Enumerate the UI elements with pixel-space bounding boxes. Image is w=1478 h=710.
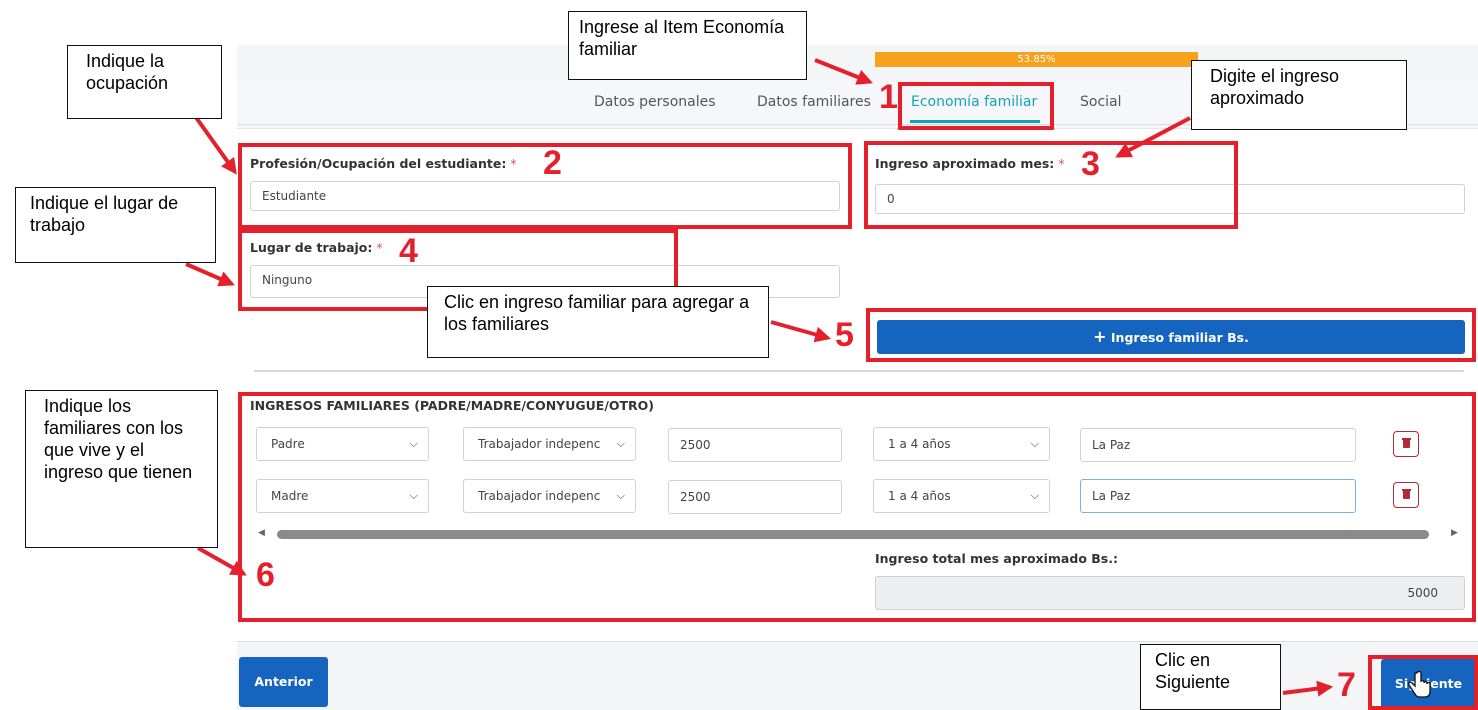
arrow-4 (185, 262, 235, 287)
callout-3: Digite el ingreso aproximado (1191, 60, 1407, 130)
callout-5: Clic en ingreso familiar para agregar a … (427, 286, 769, 358)
callout-7: Clic en Siguiente (1140, 644, 1281, 710)
step-number-7: 7 (1337, 666, 1356, 704)
step-number-5: 5 (835, 316, 854, 354)
arrow-6 (197, 546, 247, 576)
callout-6: Indique los familiares con los que vive … (25, 390, 218, 548)
step-number-2: 2 (543, 144, 562, 182)
arrow-7 (1282, 680, 1334, 697)
callout-1: Ingrese al Item Economía familiar (568, 11, 807, 80)
arrow-2 (193, 114, 237, 175)
arrow-3 (1115, 116, 1191, 158)
callout-4: Indique el lugar de trabajo (15, 187, 216, 263)
callout-2: Indique la ocupación (67, 45, 222, 119)
step-number-1: 1 (879, 78, 898, 116)
arrow-5 (770, 320, 832, 343)
arrow-1 (814, 58, 873, 85)
step-number-6: 6 (256, 556, 275, 594)
step-number-4: 4 (399, 232, 418, 270)
step-number-3: 3 (1081, 145, 1100, 183)
